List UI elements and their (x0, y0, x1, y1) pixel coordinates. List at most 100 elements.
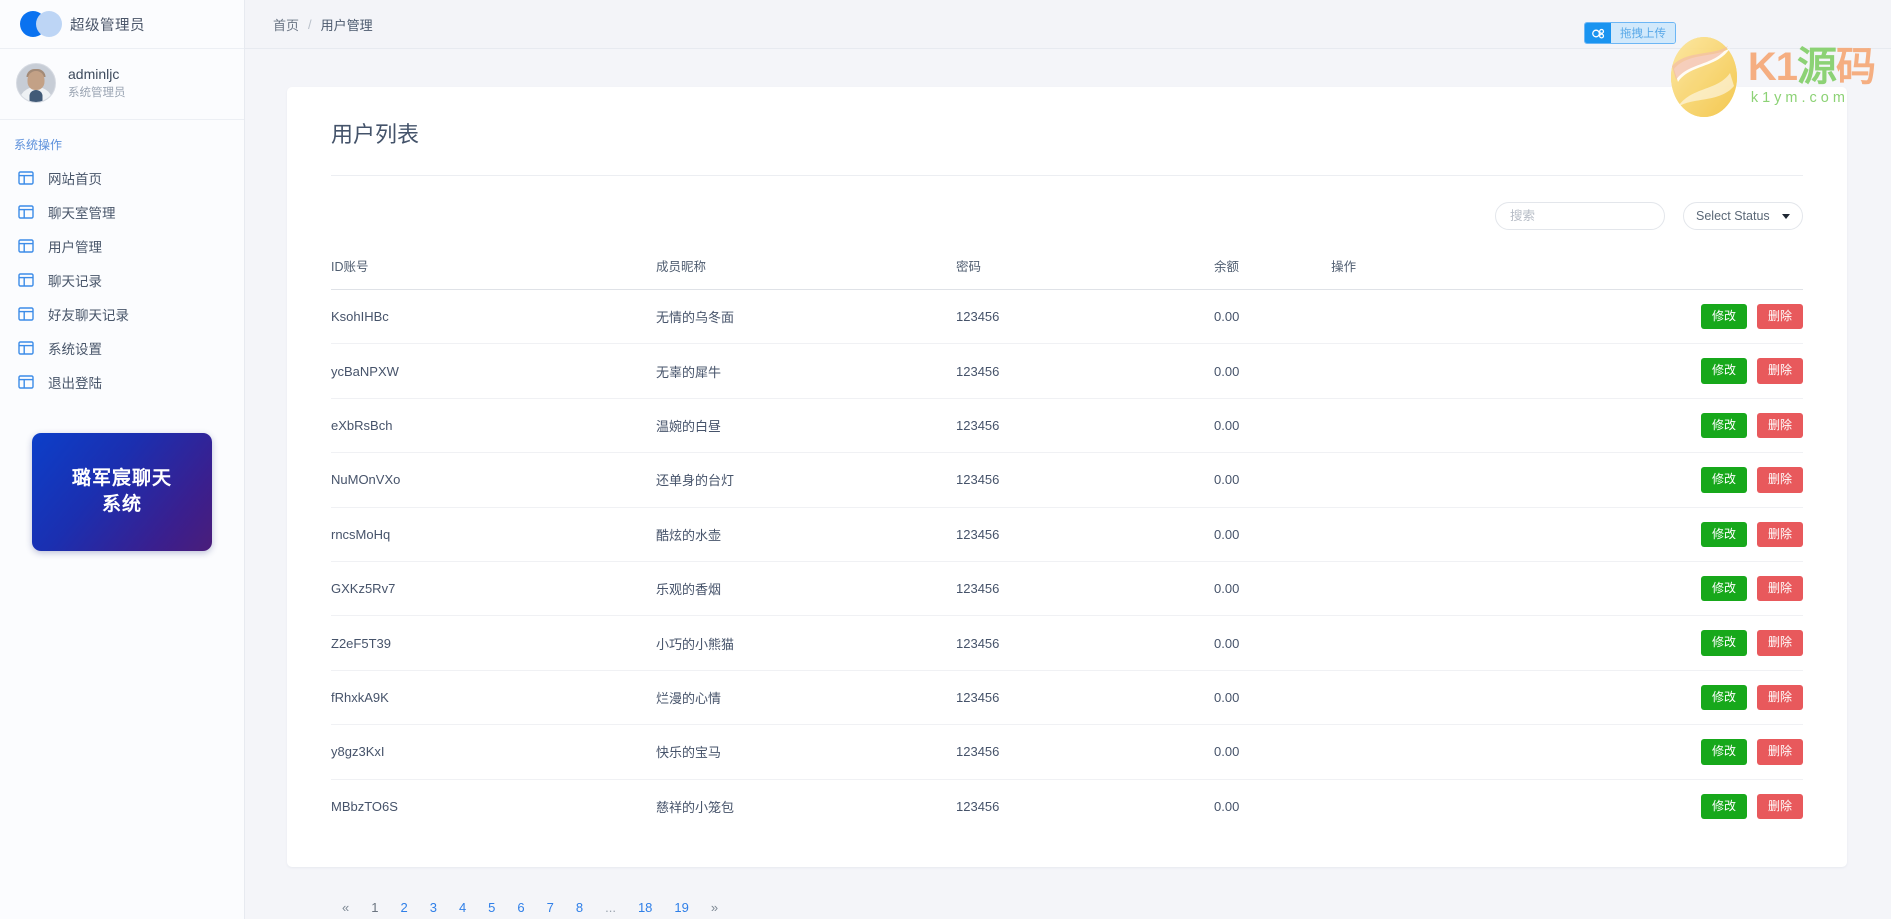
sidebar-item-4[interactable]: 聊天记录 (0, 263, 244, 297)
sidebar-nav: 网站首页 聊天室管理 用户管理 聊天记录 好友聊天记录 系统设置 退出登陆 (0, 161, 244, 399)
breadcrumb-current: 用户管理 (320, 17, 373, 33)
delete-button[interactable]: 删除 (1756, 684, 1803, 711)
pagination: «1 2 3 4 5 6 7 8... 18 19» (287, 867, 1847, 919)
edit-button[interactable]: 修改 (1700, 575, 1747, 602)
pagination-page-8[interactable]: 8 (565, 895, 594, 919)
sidebar-item-2[interactable]: 聊天室管理 (0, 195, 244, 229)
pagination-prev[interactable]: « (331, 895, 360, 919)
cell-id: GXKz5Rv7 (331, 561, 656, 617)
delete-button[interactable]: 删除 (1756, 793, 1803, 819)
cell-actions: 修改 删除 (1331, 670, 1803, 726)
pagination-page-5[interactable]: 5 (477, 895, 506, 919)
delete-button[interactable]: 删除 (1756, 412, 1803, 439)
sidebar-item-label: 聊天记录 (48, 274, 102, 289)
sidebar-item-6[interactable]: 系统设置 (0, 331, 244, 365)
edit-button[interactable]: 修改 (1700, 304, 1747, 330)
cell-password: 123456 (956, 615, 1214, 671)
delete-button[interactable]: 删除 (1756, 358, 1803, 384)
user-table: ID账号 成员昵称 密码 余额 操作 KsohIHBc 无情的乌冬面 123456 0… (331, 248, 1803, 833)
edit-button[interactable]: 修改 (1700, 739, 1747, 765)
pagination-page-18[interactable]: 18 (627, 895, 663, 919)
delete-button[interactable]: 删除 (1756, 575, 1803, 602)
pagination-ellipsis: ... (605, 899, 616, 915)
cell-balance: 0.00 (1214, 670, 1332, 726)
cell-balance: 0.00 (1214, 452, 1332, 508)
layout-icon (18, 306, 34, 322)
cell-actions: 修改 删除 (1331, 343, 1803, 399)
layout-icon (18, 204, 34, 220)
cell-balance: 0.00 (1214, 561, 1332, 617)
cell-actions: 修改 删除 (1331, 507, 1803, 562)
cell-nickname: 无情的乌冬面 (656, 289, 956, 345)
pagination-page-4[interactable]: 4 (448, 895, 477, 919)
cell-actions: 修改 删除 (1331, 289, 1803, 345)
edit-button[interactable]: 修改 (1700, 412, 1747, 439)
pagination-page-7[interactable]: 7 (536, 895, 565, 919)
user-meta: adminljc 系统管理员 (68, 65, 126, 101)
cell-nickname: 慈祥的小笼包 (656, 799, 735, 815)
cell-actions: 修改 删除 (1331, 724, 1803, 780)
sidebar-user-box[interactable]: adminljc 系统管理员 (0, 49, 244, 120)
status-select-value: Select Status (1696, 209, 1770, 223)
cell-nickname: 温婉的白昼 (656, 398, 956, 454)
brand-header[interactable]: 超级管理员 (0, 0, 244, 49)
cell-password: 123456 (956, 452, 1214, 508)
cell-actions: 修改 删除 (1331, 398, 1803, 454)
app-root: 超级管理员 adminljc 系统管理员 系统操作 网站首页 聊天室管理 用户管… (0, 0, 1891, 919)
cell-id: ycBaNPXW (331, 343, 656, 399)
delete-button[interactable]: 删除 (1756, 467, 1803, 493)
cell-id: fRhxkA9K (331, 670, 656, 726)
cell-nickname: 乐观的香烟 (656, 561, 956, 617)
edit-button[interactable]: 修改 (1700, 630, 1747, 656)
drag-upload-button[interactable]: 拖拽上传 (1584, 22, 1676, 44)
delete-button[interactable]: 删除 (1756, 739, 1803, 765)
avatar (16, 63, 56, 103)
column-header-nickname: 成员昵称 (656, 248, 956, 290)
status-select[interactable]: Select Status (1683, 202, 1803, 230)
promo-card[interactable]: 璐军宸聊天 系统 (32, 433, 212, 551)
pagination-page-1[interactable]: 1 (360, 895, 389, 919)
cell-id: NuMOnVXo (331, 452, 656, 508)
sidebar-item-label: 退出登陆 (48, 376, 102, 391)
table-head: ID账号 成员昵称 密码 余额 操作 (331, 248, 1803, 290)
table-row: y8gz3KxI 快乐的宝马 123456 0.00 修改 删除 (331, 724, 1803, 780)
sidebar-item-label: 好友聊天记录 (48, 308, 129, 323)
cell-nickname: 还单身的台灯 (656, 452, 956, 508)
pagination-page-2[interactable]: 2 (389, 895, 418, 919)
cell-balance: 0.00 (1214, 398, 1332, 454)
promo-line2: 系统 (101, 494, 142, 515)
edit-button[interactable]: 修改 (1700, 467, 1747, 493)
breadcrumb-home[interactable]: 首页 (273, 15, 299, 34)
pagination-page-6[interactable]: 6 (506, 895, 535, 919)
delete-button[interactable]: 删除 (1756, 304, 1803, 330)
cell-balance: 0.00 (1214, 615, 1332, 671)
pagination-page-19[interactable]: 19 (663, 895, 699, 919)
layout-icon (18, 238, 34, 254)
pagination-next[interactable]: » (700, 895, 729, 919)
user-role: 系统管理员 (68, 86, 126, 99)
cell-id: Z2eF5T39 (331, 615, 656, 671)
column-header-balance: 余额 (1214, 248, 1332, 290)
delete-button[interactable]: 删除 (1756, 630, 1803, 656)
user-list-card: 用户列表 Select Status ID账号 成员昵称 密码 余 (287, 87, 1847, 867)
column-header-id: ID账号 (331, 248, 656, 290)
pagination-page-3[interactable]: 3 (419, 895, 448, 919)
edit-button[interactable]: 修改 (1700, 358, 1747, 384)
sidebar-item-1[interactable]: 网站首页 (0, 161, 244, 195)
table-header-row: ID账号 成员昵称 密码 余额 操作 (331, 248, 1803, 290)
content-scroll: 用户列表 Select Status ID账号 成员昵称 密码 余 (245, 49, 1891, 919)
sidebar-item-label: 聊天室管理 (48, 206, 116, 221)
cell-balance: 0.00 (1214, 798, 1240, 814)
sidebar-item-5[interactable]: 好友聊天记录 (0, 297, 244, 331)
cell-password: 123456 (956, 670, 1214, 726)
sidebar-item-3[interactable]: 用户管理 (0, 229, 244, 263)
cell-password: 123456 (956, 724, 1214, 780)
delete-button[interactable]: 删除 (1756, 521, 1803, 547)
sidebar-item-7[interactable]: 退出登陆 (0, 365, 244, 399)
edit-button[interactable]: 修改 (1700, 684, 1747, 711)
cell-balance: 0.00 (1214, 507, 1332, 562)
edit-button[interactable]: 修改 (1700, 793, 1747, 819)
edit-button[interactable]: 修改 (1700, 521, 1747, 547)
search-input[interactable] (1495, 202, 1665, 230)
cell-id: rncsMoHq (331, 507, 656, 562)
